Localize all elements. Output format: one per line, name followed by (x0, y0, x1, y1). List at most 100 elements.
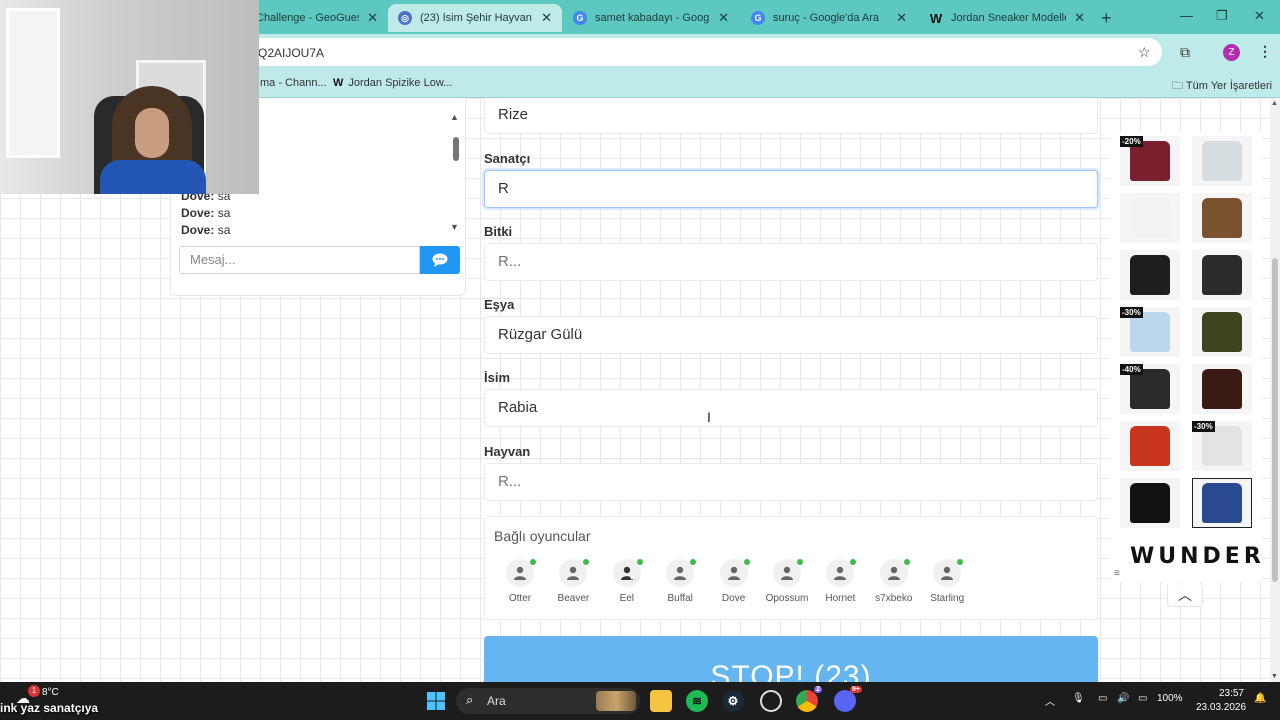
file-explorer-icon[interactable] (650, 690, 672, 712)
discord-icon[interactable]: 9+ (834, 686, 862, 712)
close-tab-icon[interactable]: ✕ (718, 10, 729, 26)
menu-kebab-icon[interactable]: ⋮ (1258, 43, 1272, 60)
user-icon (879, 559, 910, 587)
chrome-icon[interactable]: 2 (796, 686, 822, 712)
chat-text: sa (217, 223, 231, 237)
players-title: Bağlı oyuncular (494, 528, 591, 544)
close-tab-icon[interactable]: ✕ (896, 10, 907, 26)
player-name: s7xbeko (875, 593, 913, 604)
field-label-isim: İsim (484, 370, 511, 385)
wunder-logo[interactable]: WUNDER (1130, 544, 1265, 569)
page-scrollbar[interactable]: ▲ ▼ (1270, 98, 1280, 682)
close-window-icon[interactable]: ✕ (1254, 8, 1265, 24)
bookmark-jordan-spizike[interactable]: W Jordan Spizike Low... (333, 77, 452, 89)
user-icon (773, 559, 803, 587)
chat-message-input[interactable]: Mesaj... (179, 246, 420, 274)
bitki-input[interactable]: R... (484, 243, 1098, 281)
online-status-dot (743, 559, 750, 565)
url-text[interactable]: Q2AIJOU7A (258, 46, 324, 60)
volume-icon[interactable]: 🔊 (1117, 693, 1129, 704)
steam-icon[interactable]: ⚙ (722, 690, 744, 712)
all-bookmarks-label: Tüm Yer İşaretleri (1185, 80, 1273, 92)
close-tab-icon[interactable]: ✕ (541, 10, 552, 26)
ad-product-item[interactable] (1192, 193, 1252, 243)
player-beaver: Beaver (546, 559, 600, 604)
notification-bell-icon[interactable]: 🔔 (1254, 693, 1266, 704)
windows-start-icon[interactable] (425, 690, 447, 712)
chat-scroll-up-icon[interactable]: ▲ (450, 112, 459, 122)
tab-geoguessr[interactable]: Challenge - GeoGuessr ✕ (246, 4, 388, 32)
discount-badge: -40% (1120, 364, 1143, 375)
user-star-icon: ★ (612, 559, 643, 587)
ad-menu-icon[interactable]: ≡ (1114, 568, 1120, 579)
ad-product-item[interactable] (1192, 364, 1252, 414)
product-image (1130, 198, 1170, 238)
chat-scrollbar[interactable] (453, 137, 459, 161)
field-label-esya: Eşya (484, 297, 515, 312)
bookmark-star-icon[interactable]: ☆ (1138, 44, 1151, 61)
tab-google-suruc[interactable]: G suruç - Google'da Ara ✕ (741, 4, 917, 32)
tab-jordan-sneaker[interactable]: W Jordan Sneaker Modelleri ✕ (919, 4, 1095, 32)
online-status-dot (797, 559, 803, 565)
tab-isim-sehir-hayvan[interactable]: ◎ (23) İsim Şehir Hayvan oyu ✕ (388, 4, 562, 32)
ad-product-item[interactable]: -30% (1120, 307, 1180, 357)
scroll-down-icon[interactable]: ▼ (1271, 673, 1278, 680)
ad-product-item[interactable] (1120, 193, 1180, 243)
close-tab-icon[interactable]: ✕ (1074, 10, 1085, 26)
close-tab-icon[interactable]: ✕ (367, 10, 378, 26)
minimize-icon[interactable]: — (1180, 8, 1193, 23)
player-dove: Dove (707, 559, 761, 604)
scrollbar-thumb[interactable] (1272, 258, 1278, 582)
restore-icon[interactable]: ❐ (1216, 8, 1228, 24)
search-icon: ⌕ (466, 692, 474, 707)
ad-product-item[interactable] (1192, 250, 1252, 300)
clock[interactable]: 23:57 23.03.2026 (1196, 687, 1246, 715)
new-tab-icon[interactable]: + (1101, 8, 1112, 29)
network-icon[interactable]: ▭ (1098, 693, 1107, 704)
ad-product-item[interactable] (1120, 250, 1180, 300)
ad-product-item[interactable]: -30% (1192, 421, 1252, 471)
city-field[interactable]: Rize (484, 98, 1098, 134)
isim-input[interactable]: Rabia (484, 389, 1098, 427)
tab-google-samet[interactable]: G samet kabadayı - Google'da Ara ✕ (563, 4, 739, 32)
spotify-icon[interactable]: ≋ (686, 690, 708, 712)
ad-product-item[interactable]: -20% (1120, 136, 1180, 186)
ad-product-item[interactable] (1192, 136, 1252, 186)
esya-input[interactable]: Rüzgar Gülü (484, 316, 1098, 354)
bookmark-channel[interactable]: ma - Chann... (260, 77, 327, 89)
all-bookmarks[interactable]: 🗀 Tüm Yer İşaretleri (1172, 77, 1272, 96)
product-image (1202, 312, 1242, 352)
microphone-icon[interactable]: 🎙 (1072, 693, 1085, 704)
stop-button[interactable]: STOP! (23) (484, 636, 1098, 682)
chat-scroll-down-icon[interactable]: ▼ (450, 222, 459, 232)
player-name: Otter (508, 593, 532, 604)
ad-product-item[interactable] (1120, 478, 1180, 528)
clock-time: 23:57 (1218, 688, 1244, 699)
product-image (1202, 198, 1242, 238)
ad-product-item[interactable]: -40% (1120, 364, 1180, 414)
online-status-dot (530, 559, 536, 565)
extensions-icon[interactable]: ⧉ (1180, 44, 1190, 61)
ad-product-item[interactable] (1192, 478, 1252, 528)
ad-collapse-button[interactable]: ︿ (1167, 585, 1203, 607)
taskbar-search[interactable]: ⌕ Ara (456, 688, 640, 714)
product-image (1130, 141, 1170, 181)
bookmark-label: Jordan Spizike Low... (348, 77, 453, 89)
user-icon (719, 559, 750, 587)
hayvan-input[interactable]: R... (484, 463, 1098, 501)
svg-text:★: ★ (629, 574, 635, 581)
obs-icon[interactable] (760, 690, 782, 712)
discount-badge: -30% (1192, 421, 1215, 432)
battery-icon[interactable]: ▭ (1138, 693, 1147, 704)
scroll-up-icon[interactable]: ▲ (1271, 100, 1278, 107)
sanatci-input[interactable]: R (484, 170, 1098, 208)
search-label: Ara (487, 694, 506, 708)
ad-product-item[interactable] (1120, 421, 1180, 471)
weather-temp[interactable]: 8°C (42, 687, 59, 698)
product-image (1130, 369, 1170, 409)
user-icon (666, 559, 697, 587)
ad-product-item[interactable] (1192, 307, 1252, 357)
chat-send-button[interactable] (420, 246, 460, 274)
profile-avatar[interactable]: Z (1223, 44, 1240, 61)
tray-chevron-icon[interactable]: ︿ (1045, 693, 1055, 708)
